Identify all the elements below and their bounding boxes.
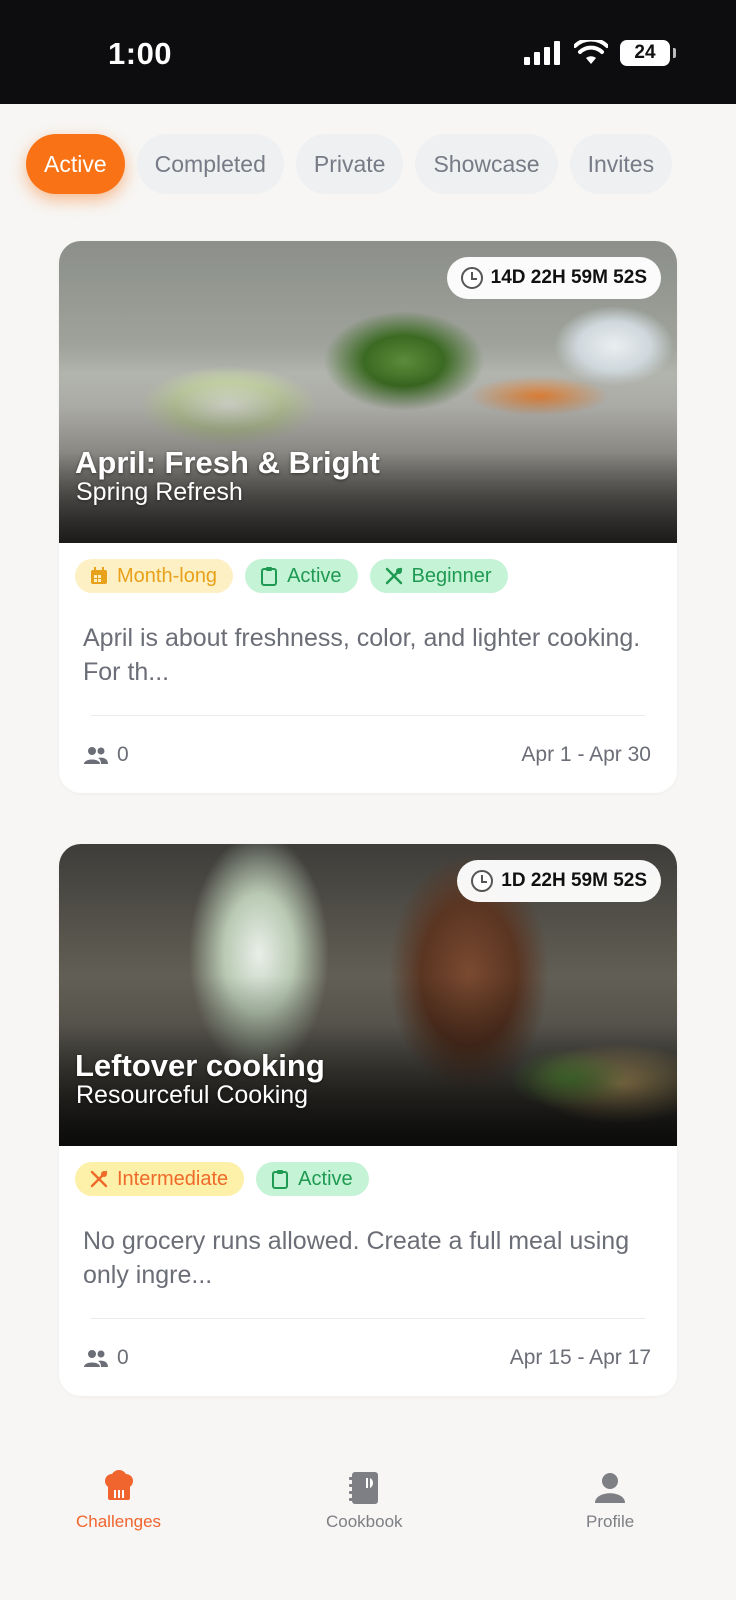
participant-count: 0 [117,1346,129,1369]
challenge-card[interactable]: 1D 22H 59M 52S Leftover cooking Resource… [59,844,677,1396]
nav-label: Challenges [76,1512,162,1531]
tab-invites[interactable]: Invites [569,134,673,194]
challenge-description: No grocery runs allowed. Create a full m… [83,1227,630,1289]
participant-count: 0 [117,743,129,766]
tab-completed[interactable]: Completed [136,134,284,194]
badge-row: Intermediate Active [59,1146,677,1196]
clipboard-icon [261,567,278,586]
nav-cookbook[interactable]: Cookbook [326,1470,403,1532]
nav-challenges[interactable]: Challenges [76,1470,161,1532]
bottom-nav: Challenges Cookbook Profile [0,1470,736,1600]
signal-icon [524,41,560,65]
clock-icon [460,267,483,289]
card-footer: 0 Apr 15 - Apr 17 [83,1346,651,1370]
participants: 0 [83,743,129,767]
timer-text: 1D 22H 59M 52S [501,870,647,891]
difficulty-badge: Intermediate [75,1162,245,1196]
utensils-icon [385,567,402,585]
tab-active[interactable]: Active [26,134,125,194]
battery-icon: 24 [620,40,676,66]
cookbook-icon [349,1472,379,1504]
divider [91,715,645,716]
date-range: Apr 1 - Apr 30 [521,743,651,766]
duration-badge: Month-long [75,559,234,593]
badge-label: Active [287,564,342,587]
challenge-description: April is about freshness, color, and lig… [83,624,641,686]
status-icons: 24 [524,40,676,66]
nav-label: Profile [586,1512,635,1531]
utensils-icon [90,1170,108,1188]
status-badge: Active [256,1162,369,1196]
badge-row: Month-long Active Beginner [59,543,677,593]
nav-profile[interactable]: Profile [586,1470,634,1532]
challenge-subtitle: Resourceful Cooking [76,1081,309,1109]
card-footer: 0 Apr 1 - Apr 30 [83,743,651,767]
profile-icon [595,1473,626,1503]
participants: 0 [83,1346,129,1370]
status-time: 1:00 [108,36,173,71]
battery-level: 24 [634,42,656,63]
difficulty-badge: Beginner [369,559,508,593]
tab-showcase[interactable]: Showcase [415,134,558,194]
badge-label: Month-long [117,564,218,587]
challenge-card[interactable]: 14D 22H 59M 52S April: Fresh & Bright Sp… [59,241,677,793]
badge-label: Beginner [411,564,492,587]
badge-label: Intermediate [117,1167,229,1190]
challenge-image: 1D 22H 59M 52S Leftover cooking Resource… [59,844,677,1146]
status-badge: Active [245,559,358,593]
chef-hat-icon [104,1470,133,1500]
wifi-icon [574,40,608,64]
countdown-timer: 1D 22H 59M 52S [457,860,661,902]
countdown-timer: 14D 22H 59M 52S [446,257,661,299]
tab-private[interactable]: Private [295,134,404,194]
filter-tabs: Active Completed Private Showcase Invite… [26,134,673,194]
calendar-icon [91,567,107,584]
challenge-image: 14D 22H 59M 52S April: Fresh & Bright Sp… [59,241,677,543]
people-icon [84,1350,108,1367]
nav-label: Cookbook [326,1512,403,1531]
challenge-title: April: Fresh & Bright [75,445,380,480]
date-range: Apr 15 - Apr 17 [509,1346,651,1369]
divider [91,1318,645,1319]
clock-icon [471,870,494,892]
challenge-subtitle: Spring Refresh [76,478,243,506]
people-icon [84,747,108,764]
clipboard-icon [272,1170,289,1189]
timer-text: 14D 22H 59M 52S [490,267,647,288]
badge-label: Active [298,1167,353,1190]
challenge-title: Leftover cooking [75,1048,325,1083]
status-bar: 1:00 24 [0,0,736,104]
